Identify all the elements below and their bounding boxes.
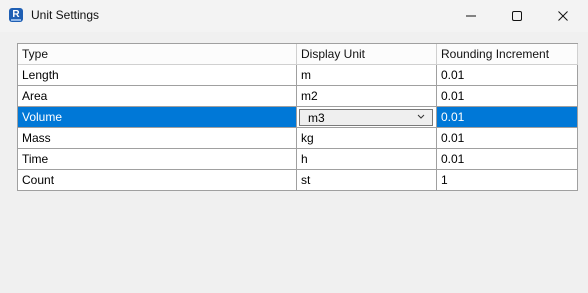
type-cell[interactable]: Mass <box>18 128 297 149</box>
table-row-selected[interactable]: Volume m3 0.01 <box>18 107 578 128</box>
display-unit-cell[interactable]: m3 <box>297 107 437 128</box>
table-row[interactable]: Time h 0.01 <box>18 149 578 170</box>
type-cell[interactable]: Volume <box>18 107 297 128</box>
unit-settings-window: R Unit Settings Type Display Unit Roundi… <box>0 0 588 293</box>
type-cell[interactable]: Length <box>18 65 297 86</box>
chevron-down-icon <box>417 114 425 119</box>
table-row[interactable]: Mass kg 0.01 <box>18 128 578 149</box>
rounding-increment-cell[interactable]: 0.01 <box>437 65 578 86</box>
type-cell[interactable]: Area <box>18 86 297 107</box>
rounding-increment-cell[interactable]: 0.01 <box>437 107 578 128</box>
column-header-rounding-increment[interactable]: Rounding Increment <box>437 44 578 65</box>
display-unit-cell[interactable]: m2 <box>297 86 437 107</box>
app-icon: R <box>9 8 23 22</box>
column-header-type[interactable]: Type <box>18 44 297 65</box>
display-unit-cell[interactable]: kg <box>297 128 437 149</box>
display-unit-cell[interactable]: h <box>297 149 437 170</box>
grid-header-row: Type Display Unit Rounding Increment <box>18 44 578 65</box>
maximize-button[interactable] <box>494 0 540 32</box>
rounding-increment-cell[interactable]: 0.01 <box>437 86 578 107</box>
display-unit-cell[interactable]: m <box>297 65 437 86</box>
display-unit-dropdown-value: m3 <box>308 111 325 125</box>
rounding-increment-cell[interactable]: 0.01 <box>437 128 578 149</box>
maximize-icon <box>512 11 522 21</box>
table-row[interactable]: Area m2 0.01 <box>18 86 578 107</box>
type-cell[interactable]: Count <box>18 170 297 191</box>
table-row[interactable]: Count st 1 <box>18 170 578 191</box>
title-bar[interactable]: R Unit Settings <box>0 0 588 32</box>
window-title: Unit Settings <box>31 8 100 22</box>
unit-settings-grid: Type Display Unit Rounding Increment Len… <box>17 43 578 191</box>
column-header-display-unit[interactable]: Display Unit <box>297 44 437 65</box>
display-unit-cell[interactable]: st <box>297 170 437 191</box>
rounding-increment-cell[interactable]: 0.01 <box>437 149 578 170</box>
minimize-icon <box>466 15 476 17</box>
table-row[interactable]: Length m 0.01 <box>18 65 578 86</box>
close-icon <box>558 11 568 21</box>
display-unit-dropdown[interactable]: m3 <box>299 109 433 126</box>
minimize-button[interactable] <box>448 0 494 32</box>
type-cell[interactable]: Time <box>18 149 297 170</box>
rounding-increment-cell[interactable]: 1 <box>437 170 578 191</box>
close-button[interactable] <box>540 0 586 32</box>
